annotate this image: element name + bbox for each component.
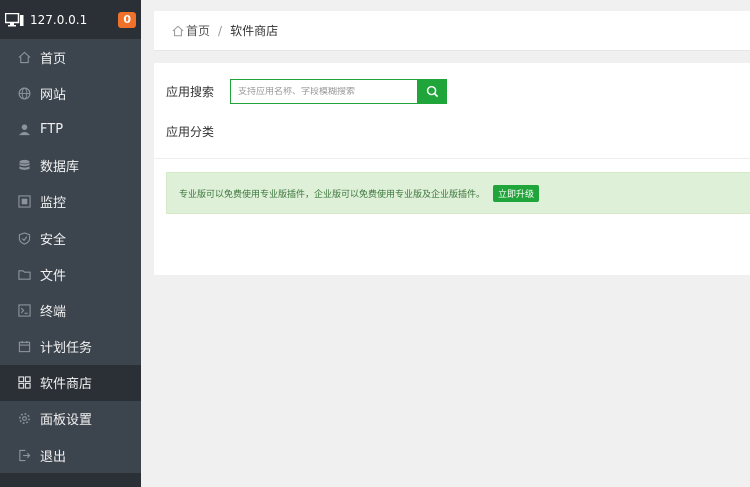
sidebar-header: 127.0.0.1 0: [0, 0, 141, 39]
shield-icon: [18, 231, 31, 245]
gear-icon: [18, 412, 31, 425]
server-monitor-icon: [5, 12, 24, 26]
sidebar-item-label: 网站: [40, 87, 67, 103]
sidebar-item-label: 计划任务: [40, 341, 93, 357]
search-row: 应用搜索: [166, 79, 447, 104]
host-address: 127.0.0.1: [30, 12, 88, 27]
sidebar-item-settings[interactable]: 面板设置: [0, 401, 141, 437]
sidebar-item-software-store[interactable]: 软件商店: [0, 364, 141, 401]
grid-icon: [18, 376, 31, 389]
home-icon: [172, 25, 184, 36]
sidebar-item-label: 数据库: [40, 160, 80, 176]
notice-text: 专业版可以免费使用专业版插件，企业版可以免费使用专业版及企业版插件。: [179, 189, 486, 200]
divider: [154, 158, 750, 159]
sidebar-item-label: 面板设置: [40, 413, 93, 429]
globe-icon: [18, 87, 31, 100]
breadcrumb-home-link[interactable]: 首页: [186, 22, 210, 39]
upgrade-notice: 专业版可以免费使用专业版插件，企业版可以免费使用专业版及企业版插件。 立即升级: [166, 172, 750, 214]
database-icon: [18, 159, 31, 172]
sidebar-item-security[interactable]: 安全: [0, 220, 141, 256]
sidebar-menu: 首页 网站 FTP 数据库 监控 安全 文件 终端 计划任务 软件商店 面板设置…: [0, 39, 141, 473]
breadcrumb: 首页 / 软件商店: [154, 11, 750, 51]
search-input-wrapper: [230, 79, 417, 104]
calendar-icon: [18, 340, 31, 353]
search-button[interactable]: [417, 79, 447, 104]
sidebar-item-label: 退出: [40, 449, 67, 465]
sidebar-item-database[interactable]: 数据库: [0, 148, 141, 184]
logout-icon: [18, 449, 31, 462]
sidebar-item-label: 软件商店: [40, 377, 93, 393]
sidebar: 127.0.0.1 0 首页 网站 FTP 数据库 监控 安全 文件 终端 计划…: [0, 0, 141, 487]
category-label: 应用分类: [166, 125, 215, 139]
sidebar-item-cron[interactable]: 计划任务: [0, 329, 141, 365]
notification-badge[interactable]: 0: [118, 11, 136, 28]
search-label: 应用搜索: [166, 85, 215, 99]
sidebar-item-monitor[interactable]: 监控: [0, 184, 141, 220]
terminal-icon: [18, 304, 31, 317]
sidebar-item-label: FTP: [40, 121, 64, 137]
ftp-icon: [18, 123, 31, 136]
folder-icon: [18, 268, 31, 281]
sidebar-footer: [0, 473, 141, 487]
monitor-icon: [18, 195, 31, 208]
sidebar-item-label: 监控: [40, 196, 67, 212]
breadcrumb-separator: /: [218, 23, 223, 38]
sidebar-item-files[interactable]: 文件: [0, 256, 141, 292]
sidebar-item-home[interactable]: 首页: [0, 39, 141, 75]
sidebar-item-terminal[interactable]: 终端: [0, 292, 141, 328]
software-store-panel: 应用搜索 应用分类 专业版可以免费使用专业版插件，企业版可以免费使用专业版及企业…: [154, 63, 750, 275]
sidebar-item-label: 文件: [40, 268, 67, 284]
sidebar-item-label: 终端: [40, 304, 67, 320]
home-icon: [18, 51, 31, 64]
sidebar-item-ftp[interactable]: FTP: [0, 111, 141, 147]
sidebar-item-label: 安全: [40, 232, 67, 248]
breadcrumb-current: 软件商店: [230, 24, 279, 38]
sidebar-item-logout[interactable]: 退出: [0, 437, 141, 473]
search-icon: [426, 85, 438, 98]
sidebar-item-website[interactable]: 网站: [0, 75, 141, 111]
sidebar-item-label: 首页: [40, 51, 67, 67]
search-input[interactable]: [238, 86, 410, 97]
upgrade-button[interactable]: 立即升级: [493, 184, 540, 202]
